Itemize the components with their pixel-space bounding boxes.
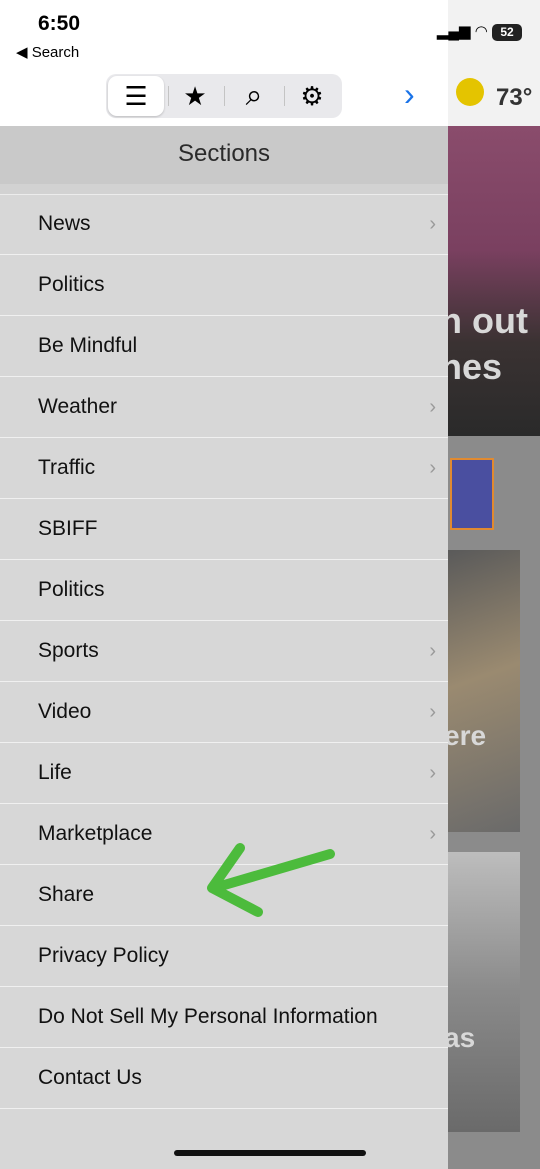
background-headline: n out: [448, 300, 528, 341]
section-label: Privacy Policy: [38, 944, 169, 967]
section-label: Traffic: [38, 456, 96, 479]
forward-chevron-icon[interactable]: ›: [404, 76, 415, 113]
battery-icon: 52: [492, 24, 522, 41]
background-app: 73° n out hes ere as: [448, 0, 540, 1169]
avatar: [450, 458, 494, 530]
status-bar: 6:50 ◀ Search ▂▄▆ ◠ 52: [0, 0, 540, 66]
section-item-sports[interactable]: Sports ›: [0, 621, 448, 682]
section-item-weather[interactable]: Weather ›: [0, 377, 448, 438]
section-item-traffic[interactable]: Traffic ›: [0, 438, 448, 499]
section-item-be-mindful[interactable]: Be Mindful: [0, 316, 448, 377]
section-item-privacy-policy[interactable]: Privacy Policy: [0, 926, 448, 987]
background-photo: [448, 852, 520, 1132]
status-time: 6:50: [38, 12, 81, 35]
section-item-life[interactable]: Life ›: [0, 743, 448, 804]
section-label: Share: [38, 883, 95, 906]
background-photo: [448, 550, 520, 832]
divider: [224, 86, 225, 106]
section-label: Marketplace: [38, 822, 153, 845]
home-indicator: [174, 1150, 366, 1156]
background-photo: [448, 126, 540, 436]
section-label: Life: [38, 761, 72, 784]
chevron-right-icon: ›: [429, 639, 436, 662]
sun-icon: [456, 78, 484, 106]
temperature: 73°: [496, 84, 533, 111]
search-icon[interactable]: ⌕: [226, 76, 282, 116]
chevron-right-icon: ›: [429, 212, 436, 235]
segmented-toolbar: ☰ ★ ⌕ ⚙: [106, 74, 342, 118]
chevron-right-icon: ›: [429, 822, 436, 845]
chevron-right-icon: ›: [429, 761, 436, 784]
back-to-search-link[interactable]: ◀ Search: [16, 43, 79, 61]
sections-list: News › Politics Be Mindful Weather › Traff…: [0, 194, 448, 1109]
sections-title: Sections: [0, 126, 448, 184]
section-item-politics-2[interactable]: Politics: [0, 560, 448, 621]
status-icons: ▂▄▆ ◠ 52: [437, 22, 522, 41]
section-label: SBIFF: [38, 517, 98, 540]
list-icon[interactable]: ☰: [108, 76, 164, 116]
star-icon[interactable]: ★: [167, 76, 223, 116]
section-label: Politics: [38, 273, 105, 296]
section-label: Contact Us: [38, 1066, 142, 1089]
background-headline: as: [448, 1022, 476, 1053]
chevron-right-icon: ›: [429, 700, 436, 723]
section-label: Do Not Sell My Personal Information: [38, 1005, 378, 1028]
section-label: Weather: [38, 395, 117, 418]
section-item-contact-us[interactable]: Contact Us: [0, 1048, 448, 1109]
section-item-news[interactable]: News ›: [0, 194, 448, 255]
sections-drawer: ☰ ★ ⌕ ⚙ › Sections News › Politics Be Min…: [0, 0, 448, 1169]
chevron-right-icon: ›: [429, 456, 436, 479]
gear-icon[interactable]: ⚙: [284, 76, 340, 116]
section-label: Sports: [38, 639, 99, 662]
section-label: Video: [38, 700, 92, 723]
annotation-arrow-icon: [207, 843, 335, 917]
section-label: News: [38, 212, 91, 235]
section-item-politics[interactable]: Politics: [0, 255, 448, 316]
chevron-right-icon: ›: [429, 395, 436, 418]
wifi-icon: ◠: [474, 23, 488, 40]
section-item-video[interactable]: Video ›: [0, 682, 448, 743]
section-label: Politics: [38, 578, 105, 601]
background-headline: hes: [448, 346, 503, 387]
section-item-sbiff[interactable]: SBIFF: [0, 499, 448, 560]
signal-icon: ▂▄▆: [436, 23, 471, 40]
section-label: Be Mindful: [38, 334, 138, 357]
background-headline: ere: [448, 720, 487, 751]
section-item-do-not-sell[interactable]: Do Not Sell My Personal Information: [0, 987, 448, 1048]
